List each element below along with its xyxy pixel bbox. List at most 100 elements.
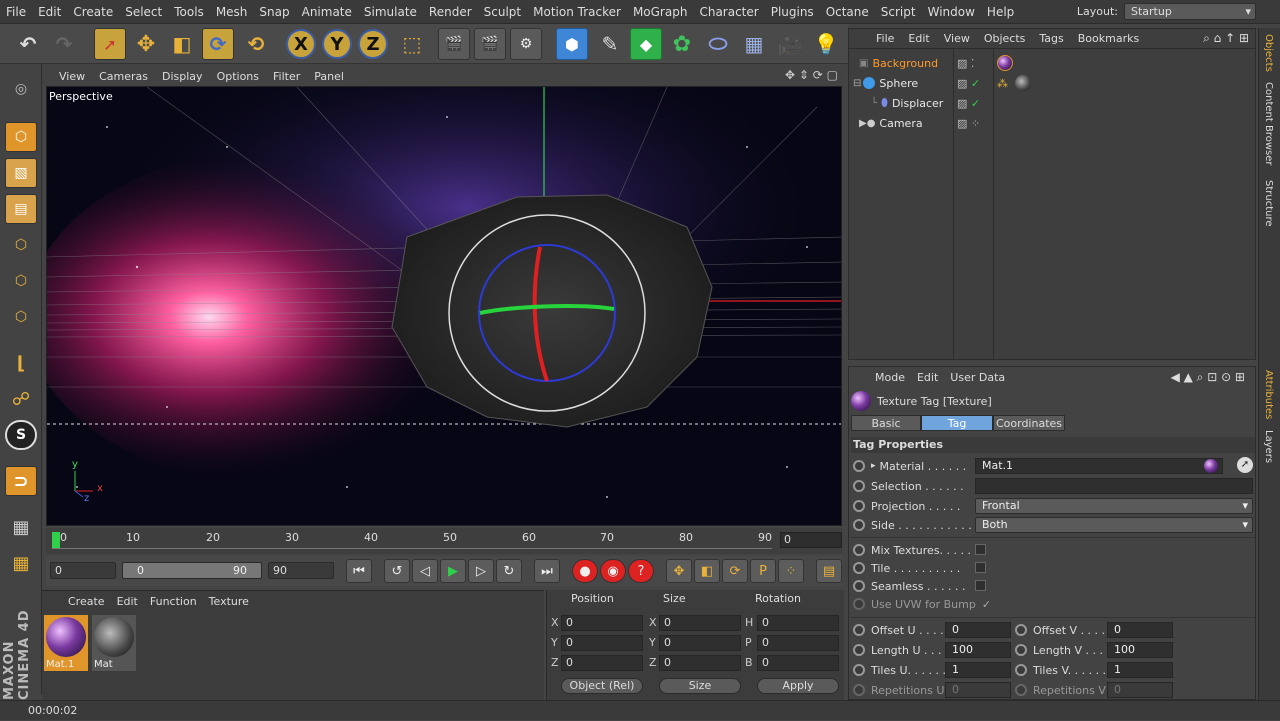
menu-simulate[interactable]: Simulate [358,5,423,19]
material-menu-edit[interactable]: Edit [111,595,144,608]
animate-radio[interactable] [853,519,865,531]
menu-motion-tracker[interactable]: Motion Tracker [527,5,627,19]
animate-radio[interactable] [853,544,865,556]
material-menu-function[interactable]: Function [144,595,203,608]
timeline-window-icon[interactable]: ▤ [816,559,842,583]
next-frame-icon[interactable]: ▷ [468,559,494,583]
menu-octane[interactable]: Octane [820,5,875,19]
animate-radio[interactable] [1015,684,1027,696]
move-icon[interactable]: ✥ [130,28,162,60]
animate-radio[interactable] [853,624,865,636]
tab-tag[interactable]: Tag [921,415,993,431]
viewport[interactable]: Perspective y z x [46,86,842,526]
rotate-icon[interactable]: ⟳ [202,28,234,60]
array-cloner-icon[interactable]: ✿ [666,28,698,60]
menu-mograph[interactable]: MoGraph [627,5,694,19]
workplane-lock-icon[interactable]: ▦ [5,512,37,542]
scale-icon[interactable]: ◧ [166,28,198,60]
y-axis-lock-button[interactable]: Y [322,29,352,59]
x-axis-lock-button[interactable]: X [286,29,316,59]
play-icon[interactable]: ▶ [440,559,466,583]
pick-material-icon[interactable]: ➚ [1237,457,1253,473]
object-row-sphere[interactable]: ⊟ Sphere ▨ ✓ ⁂ [849,73,1255,93]
current-frame-field[interactable]: 0 [780,532,842,548]
previous-frame-icon[interactable]: ◁ [412,559,438,583]
tiles-v-field[interactable]: 1 [1107,662,1173,678]
viewport-menu-options[interactable]: Options [210,70,266,83]
preview-start-field[interactable]: 0 [50,562,116,579]
keyframe-selection-icon[interactable]: ? [628,559,654,583]
snap-icon[interactable]: S [5,420,37,450]
position-z-field[interactable]: 0 [561,655,643,671]
menu-help[interactable]: Help [981,5,1020,19]
animate-radio[interactable] [853,684,865,696]
key-rotation-icon[interactable]: ⟳ [722,559,748,583]
model-mode-icon[interactable]: ⬡ [5,122,37,152]
preview-range-slider[interactable]: 0 90 [122,562,262,579]
object-row-displacer[interactable]: └ ⬮ Displacer ▨ ✓ [849,93,1255,113]
menu-plugins[interactable]: Plugins [765,5,820,19]
redo-icon[interactable]: ↷ [48,28,80,60]
floor-scene-icon[interactable]: ▦ [738,28,770,60]
repetitions-u-field[interactable]: 0 [945,682,1011,698]
animate-radio[interactable] [853,664,865,676]
camera-icon[interactable]: 🎥 [774,28,806,60]
projection-dropdown[interactable]: Frontal ▾ [975,498,1253,514]
subdivision-surface-icon[interactable]: ◆ [630,28,662,60]
texture-tag-icon[interactable] [997,55,1013,71]
edges-mode-icon[interactable]: ⬡ [5,266,37,296]
menu-edit[interactable]: Edit [32,5,67,19]
visibility-dots-icon[interactable]: ▨ ⁘ [957,117,980,130]
go-to-end-icon[interactable]: ⏭ [534,559,560,583]
viewport-menu-filter[interactable]: Filter [266,70,307,83]
object-row-camera[interactable]: ▶● Camera ▨ ⁘ [849,113,1255,133]
object-manager-nav-icons[interactable]: ⌕ ⌂ ↑ ⊞ [1203,31,1249,46]
viewport-menu-display[interactable]: Display [155,70,210,83]
object-menu-view[interactable]: View [937,32,977,45]
recent-tool-icon[interactable]: ⟲ [240,28,272,60]
key-position-icon[interactable]: ✥ [666,559,692,583]
z-axis-lock-button[interactable]: Z [358,29,388,59]
magnet-icon[interactable]: ⊃ [5,466,37,496]
animate-radio[interactable] [1015,624,1027,636]
visibility-check-icon[interactable]: ▨ ✓ [957,97,980,110]
animate-radio[interactable] [853,500,865,512]
expand-icon[interactable]: ⊟ [853,78,861,89]
mix-textures-checkbox[interactable] [975,544,986,555]
next-key-icon[interactable]: ↻ [496,559,522,583]
menu-sculpt[interactable]: Sculpt [478,5,527,19]
tab-attributes[interactable]: Attributes [1263,370,1274,419]
animate-radio[interactable] [853,644,865,656]
selection-field[interactable] [975,478,1253,494]
menu-animate[interactable]: Animate [296,5,358,19]
attribute-nav-icons[interactable]: ◀ ▲ ⌕ ⊡ ⊙ ⊞ [1171,370,1245,385]
menu-file[interactable]: File [0,5,32,19]
points-mode-icon[interactable]: ⬡ [5,230,37,260]
animate-radio[interactable] [853,562,865,574]
preview-end-field[interactable]: 90 [268,562,334,579]
position-x-field[interactable]: 0 [561,615,643,631]
material-menu-texture[interactable]: Texture [203,595,255,608]
tab-basic[interactable]: Basic [851,415,921,431]
size-x-field[interactable]: 0 [659,615,741,631]
object-menu-objects[interactable]: Objects [977,32,1033,45]
side-dropdown[interactable]: Both ▾ [975,517,1253,533]
apply-button[interactable]: Apply [757,678,839,694]
material-tag-icon[interactable] [1015,75,1031,91]
material-slot-mat[interactable]: Mat [92,615,136,671]
deformer-icon[interactable]: ⬭ [702,28,734,60]
animate-radio[interactable] [853,598,865,610]
seamless-checkbox[interactable] [975,580,986,591]
workplane-mode-icon[interactable]: ▤ [5,194,37,224]
axis-mode-icon[interactable]: ⌊ [5,348,37,378]
key-scale-icon[interactable]: ◧ [694,559,720,583]
animate-radio[interactable] [853,480,865,492]
material-slot-mat1[interactable]: Mat.1 [44,615,88,671]
menu-tools[interactable]: Tools [168,5,210,19]
rotation-p-field[interactable]: 0 [757,635,839,651]
phong-tag-icon[interactable]: ⁂ [997,77,1008,90]
go-to-start-icon[interactable]: ⏮ [346,559,372,583]
polygons-mode-icon[interactable]: ⬡ [5,302,37,332]
attribute-menu-user-data[interactable]: User Data [944,371,1011,384]
viewport-menu-view[interactable]: View [52,70,92,83]
